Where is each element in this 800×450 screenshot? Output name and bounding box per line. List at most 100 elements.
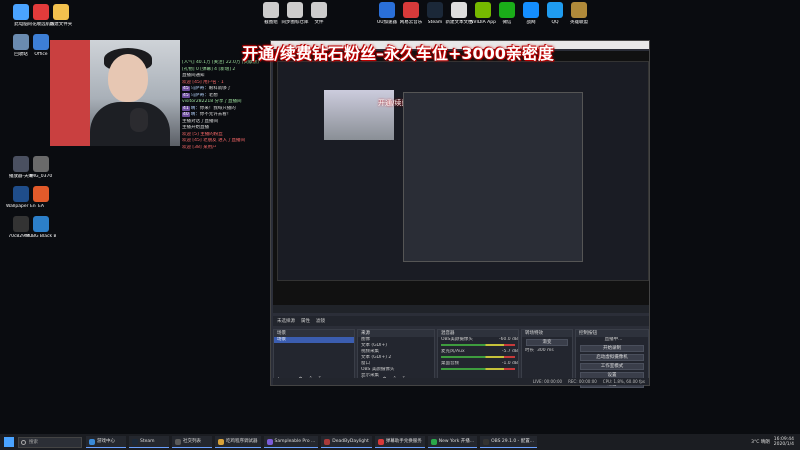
app-icon (379, 2, 395, 18)
taskbar-app[interactable]: Sampleable Pro ... (263, 436, 319, 448)
taskbar-app[interactable]: 社交列表 (172, 436, 212, 448)
weather-text[interactable]: 3°C 晴朗 (751, 439, 770, 445)
level-badge: 45 (182, 86, 190, 91)
controls-title: 控制按钮 (576, 330, 648, 337)
level-badge: 40 (182, 112, 190, 117)
search-icon (21, 439, 26, 445)
nested-preview: 开通/续费钻石粉丝–永久车位+3000亲密度 (277, 61, 649, 281)
taskbar-app[interactable]: 弹幕助手兑换服务 (374, 436, 425, 448)
app-icon (430, 438, 437, 445)
clock-date: 2020/1/4 (773, 442, 794, 447)
chat-message: 欢迎 [38] 某用户 (182, 145, 272, 152)
taskbar-app[interactable]: OBS 29.1.0 - 配置... (480, 436, 538, 448)
desktop-icon-label: 新建文件夹 (49, 22, 73, 27)
taskbar-app[interactable]: New York 开播... (427, 436, 478, 448)
app-icon (451, 2, 467, 18)
taskbar-app-label: 弹幕助手兑换服务 (385, 439, 422, 444)
app-icon (33, 34, 49, 50)
taskbar-app[interactable]: 吃鸡程序调试器 (215, 436, 261, 448)
scenes-dock: 场景 场景 + − ⚙ ˄ ˅ (273, 329, 355, 385)
taskbar-app-label: DeadByDaylight (332, 439, 369, 444)
duration-value[interactable]: 300 ms (537, 348, 554, 354)
app-icon (266, 438, 273, 445)
app-icon (218, 438, 224, 445)
chat-text: 主播对话了直播间 (182, 118, 218, 124)
obs-window[interactable]: 开通/续费钻石粉丝–永久车位+3000亲密度 未选择源 属性 滤镜 场景 场景 … (270, 40, 650, 388)
app-icon (132, 438, 138, 445)
volume-meter[interactable] (441, 368, 515, 370)
filters-button[interactable]: 滤镜 (316, 318, 325, 324)
search-box[interactable]: 搜索 (18, 436, 82, 448)
properties-button[interactable]: 属性 (301, 318, 310, 324)
app-icon (33, 216, 49, 232)
chat-text: 欢迎 [38] 某用户 (182, 144, 217, 150)
scene-item[interactable]: 场景 (274, 337, 354, 343)
obs-preview[interactable]: 开通/续费钻石粉丝–永久车位+3000亲密度 (273, 51, 649, 313)
chat-username: 乌萨奇： (190, 86, 209, 91)
desktop-icon[interactable]: EA (26, 186, 56, 209)
controls-dock: 控制按钮 直播中... 开始录制启动虚拟摄像机工作室模式设置退出 (575, 329, 649, 388)
app-icon (311, 2, 327, 18)
level-badge: 45 (182, 92, 190, 98)
app-icon (547, 2, 563, 18)
chat-text: 你来！我每只播的 (199, 105, 236, 111)
rec-time: REC: 00:00:00 (568, 379, 597, 384)
mixer-channel: OBS美颜摄像头 -60.0 dB (438, 337, 518, 343)
nested-obs (403, 92, 583, 262)
desktop-icon[interactable]: IMG_0370 (26, 156, 56, 179)
taskbar-app-label: 吃鸡程序调试器 (226, 439, 258, 444)
app-icon (33, 156, 49, 172)
taskbar-app[interactable]: Steam (129, 436, 169, 448)
danmaku-chat-overlay: [人气] 40.1万 [关注] 22.0万 [贡献榜] [礼物] 0 [弹幕] … (182, 60, 272, 190)
obs-source-toolbar: 未选择源 属性 滤镜 (273, 316, 649, 326)
mixer-channel: 桌面音频 -1.0 dB (438, 361, 518, 367)
app-icon (571, 2, 587, 18)
taskbar-app-label: Sampleable Pro ... (274, 439, 316, 444)
clock[interactable]: 16:09:44 2020/1/4 (774, 437, 794, 447)
app-icon (483, 438, 490, 445)
desktop-icon[interactable]: 文件 (304, 2, 334, 25)
search-placeholder: 搜索 (29, 439, 38, 445)
level-badge: 41 (182, 105, 190, 111)
chat-text: 你不允许去看！ (199, 112, 232, 117)
channel-name: 桌面音频 (441, 361, 459, 366)
desktop-icon-label: EA (38, 204, 44, 209)
app-icon (403, 2, 419, 18)
taskbar-app-label: Steam (140, 439, 155, 444)
chat-text: 眼科就够了 (208, 86, 232, 91)
app-icon (499, 2, 515, 18)
app-icon (324, 438, 331, 445)
transition-select[interactable]: 渐变 (526, 339, 568, 346)
volume-meter[interactable] (441, 344, 515, 346)
chat-text: 直播间通知 (182, 73, 205, 78)
desktop-icon-label: IMG_0370 (29, 174, 53, 179)
sources-dock: 来源 图像 文本 (GDI+) 视频采集 文本 (GDI+) 2 窗口 OBS 美颜摄像头… (357, 329, 435, 385)
app-icon (475, 2, 491, 18)
channel-level: -1.0 dB (501, 361, 518, 366)
control-button[interactable]: 开始录制 (580, 345, 644, 352)
mixer-dock: 混音器 OBS美颜摄像头 -60.0 dB 麦克风/Aux -5.7 dB 桌面音频 -1… (437, 329, 519, 385)
control-button[interactable]: 启动虚拟摄像机 (580, 354, 644, 361)
duration-label: 时长 (525, 348, 534, 353)
app-icon (89, 438, 95, 445)
taskbar-app[interactable]: DeadByDaylight (321, 436, 372, 448)
control-button[interactable]: 工作室模式 (580, 363, 644, 370)
chat-text: 欢迎 [5] 主播的粉丝 (182, 131, 223, 137)
app-icon (263, 2, 279, 18)
chat-text: 欢迎 [45] 用户名 · 1 (182, 79, 224, 85)
volume-meter[interactable] (441, 356, 515, 358)
desktop-icon[interactable]: 英雄联盟 (564, 2, 594, 25)
sources-title: 来源 (358, 330, 434, 337)
desktop-icon[interactable]: 新建文件夹 (46, 4, 76, 27)
taskbar-app[interactable]: 游戏中心 (86, 436, 126, 448)
desktop-icon[interactable]: PUBG Black Budget Pl... (26, 216, 56, 239)
no-source-label: 未选择源 (277, 319, 295, 324)
app-icon (427, 2, 443, 18)
webcam-overlay (50, 40, 180, 146)
channel-name: OBS美颜摄像头 (441, 337, 473, 342)
chat-text: 欢迎 [45] 老朋友 进入了直播间 (182, 138, 246, 143)
chat-text: visitor282218 分享了直播间 (182, 99, 242, 104)
desktop-icon-label: PUBG Black Budget Pl... (26, 234, 56, 239)
start-button[interactable] (4, 437, 14, 447)
channel-level: -60.0 dB (498, 337, 518, 342)
